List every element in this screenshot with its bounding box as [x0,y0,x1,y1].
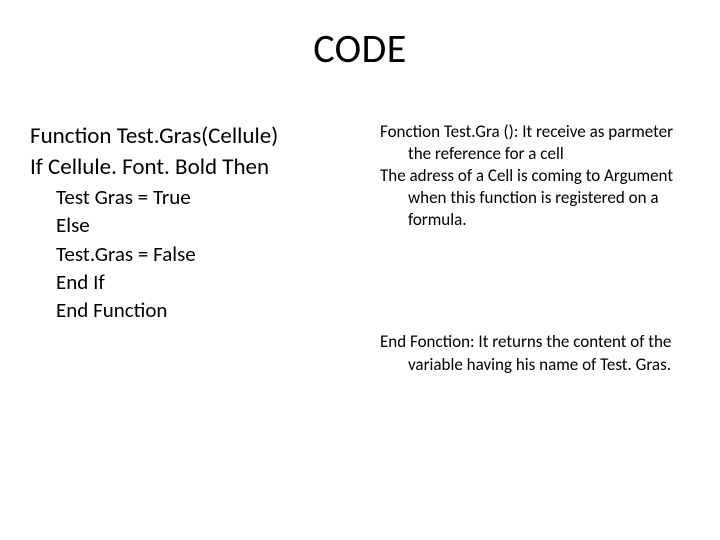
description-column: Fonction Test.Gra (): It receive as parm… [380,121,690,376]
code-line-2: If Cellule. Font. Bold Then [30,152,370,183]
code-line-1: Function Test.Gras(Cellule) [30,121,370,152]
description-paragraph-2: End Fonction: It returns the content of … [380,331,690,375]
code-line-4: Else [30,211,370,239]
description-paragraph-1b: The adress of a Cell is coming to Argume… [380,165,690,231]
code-line-6: End If [30,268,370,296]
content-columns: Function Test.Gras(Cellule) If Cellule. … [30,121,690,376]
slide: CODE Function Test.Gras(Cellule) If Cell… [0,0,720,540]
slide-title: CODE [30,24,690,73]
code-column: Function Test.Gras(Cellule) If Cellule. … [30,121,370,376]
code-line-7: End Function [30,296,370,324]
code-line-5: Test.Gras = False [30,240,370,268]
code-line-3: Test Gras = True [30,183,370,211]
description-paragraph-1a: Fonction Test.Gra (): It receive as parm… [380,121,690,165]
